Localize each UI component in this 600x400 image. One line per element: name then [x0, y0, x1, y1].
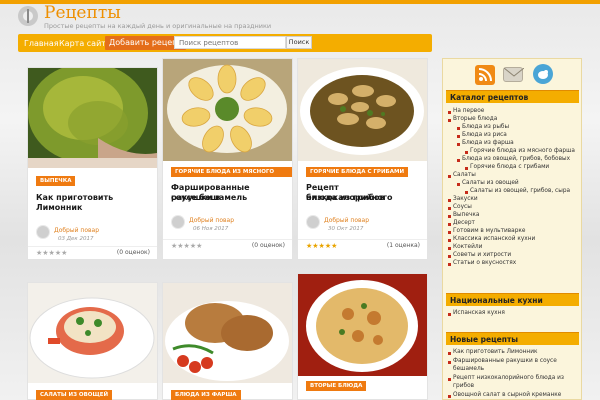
recipe-card[interactable]: ГОРЯЧИЕ БЛЮДА ИЗ МЯСНОГО ФАРША Фарширова… — [162, 58, 293, 260]
site-title[interactable]: Рецепты — [44, 3, 121, 23]
new-recipe-item-cont[interactable]: бешамель — [453, 366, 484, 373]
catalog-item[interactable]: Блюда из фарша — [457, 140, 514, 147]
avatar — [36, 225, 50, 239]
catalog-item[interactable]: Готовим в мультиварке — [447, 228, 525, 235]
nav-sitemap[interactable]: Карта сайта — [59, 37, 111, 50]
recipe-card[interactable]: САЛАТЫ ИЗ ОВОЩЕЙ — [27, 282, 158, 400]
recipe-title[interactable]: Как приготовить Лимонник — [36, 193, 157, 213]
twitter-icon[interactable] — [533, 64, 553, 84]
cuisine-item[interactable]: Испанская кухня — [448, 310, 505, 317]
catalog-item[interactable]: Блюда из овощей, грибов, бобовых — [456, 156, 570, 163]
recipe-title-line2[interactable]: блюда из грибов — [306, 193, 385, 203]
logo-plate-icon[interactable] — [18, 6, 38, 26]
new-recipe-item[interactable]: Рецепт низкокалорийного блюда из — [448, 375, 564, 382]
catalog-item[interactable]: Блюда из рыбы — [456, 124, 509, 131]
rss-icon[interactable] — [475, 65, 495, 85]
recipe-card[interactable]: ВТОРЫЕ БЛЮДА — [297, 273, 428, 400]
rating-bar: ★★★★★ (1 оценка) — [298, 239, 427, 251]
new-recipe-item-cont[interactable]: грибов — [453, 383, 474, 390]
catalog-item[interactable]: Классика испанской кухни — [447, 236, 535, 243]
recipe-card[interactable]: ВЫПЕЧКА Как приготовить Лимонник Добрый … — [27, 67, 158, 260]
widget-title-cuisines: Национальные кухни — [446, 293, 579, 306]
author-name[interactable]: Добрый повар — [189, 217, 234, 224]
recipe-photo[interactable] — [298, 274, 427, 376]
catalog-item[interactable]: Вторые блюда — [447, 116, 497, 123]
recipe-title-line2[interactable]: соусе бешамель — [171, 193, 247, 203]
recipe-photo[interactable] — [163, 59, 292, 161]
recipe-card[interactable]: ГОРЯЧИЕ БЛЮДА С ГРИБАМИ Рецепт низкокало… — [297, 58, 428, 260]
catalog-item[interactable]: Соусы — [448, 204, 472, 211]
catalog-item[interactable]: Статьи о вкусностях — [447, 260, 516, 267]
author-name[interactable]: Добрый повар — [54, 227, 99, 234]
avatar — [306, 215, 320, 229]
rating-bar: ★★★★★ (0 оценок) — [163, 239, 292, 251]
main-nav: Главная Карта сайта Добавить рецепт Поис… — [18, 34, 432, 52]
catalog-item[interactable]: Советы и хитрости — [447, 252, 511, 259]
rating-count: (1 оценка) — [386, 242, 420, 249]
author-name[interactable]: Добрый повар — [324, 217, 369, 224]
rating-stars[interactable]: ★★★★★ — [306, 242, 337, 250]
catalog-item[interactable]: Горячие блюда с грибами — [464, 164, 549, 171]
rating-count: (0 оценок) — [251, 242, 285, 249]
recipe-photo[interactable] — [298, 59, 427, 161]
new-recipe-item[interactable]: Фаршированные ракушки в соусе — [448, 358, 557, 365]
catalog-item[interactable]: Салаты из овощей — [457, 180, 519, 187]
widget-title-new: Новые рецепты — [446, 332, 579, 345]
rating-stars[interactable]: ★★★★★ — [171, 242, 202, 250]
catalog-item[interactable]: Десерт — [448, 220, 475, 227]
recipe-card[interactable]: БЛЮДА ИЗ ФАРША — [162, 282, 293, 400]
nav-home[interactable]: Главная — [24, 37, 59, 50]
rating-bar: ★★★★★ (0 оценок) — [28, 246, 157, 258]
catalog-item[interactable]: Коктейли — [447, 244, 482, 251]
category-badge[interactable]: ВЫПЕЧКА — [36, 176, 76, 186]
catalog-item[interactable]: Закуски — [448, 196, 478, 203]
recipe-photo[interactable] — [28, 68, 157, 168]
category-badge[interactable]: ГОРЯЧИЕ БЛЮДА С ГРИБАМИ — [306, 167, 409, 177]
catalog-item[interactable]: Салаты — [448, 172, 476, 179]
search-button[interactable]: Поиск — [286, 36, 312, 49]
category-badge[interactable]: САЛАТЫ ИЗ ОВОЩЕЙ — [36, 390, 113, 400]
catalog-item[interactable]: На первое — [447, 108, 484, 115]
catalog-item[interactable]: Горячие блюда из мясного фарша — [465, 148, 575, 155]
category-badge[interactable]: БЛЮДА ИЗ ФАРША — [171, 390, 241, 400]
post-date: 06 Ноя 2017 — [193, 226, 229, 232]
category-badge[interactable]: ВТОРЫЕ БЛЮДА — [306, 381, 367, 391]
new-recipe-item[interactable]: Как приготовить Лимонник — [447, 349, 537, 356]
catalog-item[interactable]: Салаты из овощей, грибов, сыра — [464, 188, 570, 195]
mail-icon[interactable] — [503, 67, 525, 82]
recipe-photo[interactable] — [28, 283, 157, 383]
search-input[interactable] — [174, 36, 286, 49]
rating-stars[interactable]: ★★★★★ — [36, 249, 67, 257]
avatar — [171, 215, 185, 229]
widget-title-catalog: Каталог рецептов — [446, 90, 579, 103]
recipe-photo[interactable] — [163, 283, 292, 383]
post-date: 30 Окт 2017 — [328, 226, 364, 232]
catalog-item[interactable]: Блюда из риса — [457, 132, 507, 139]
rating-count: (0 оценок) — [116, 249, 150, 256]
catalog-item[interactable]: Выпечка — [447, 212, 479, 219]
post-date: 03 Дек 2017 — [58, 236, 94, 242]
sidebar: Каталог рецептов На первое Вторые блюда … — [442, 58, 582, 400]
category-badge[interactable]: ГОРЯЧИЕ БЛЮДА ИЗ МЯСНОГО ФАРША — [171, 167, 292, 185]
new-recipe-item[interactable]: Овощной салат в сырной креманке — [447, 392, 561, 399]
site-tagline: Простые рецепты на каждый день и оригина… — [44, 22, 272, 30]
